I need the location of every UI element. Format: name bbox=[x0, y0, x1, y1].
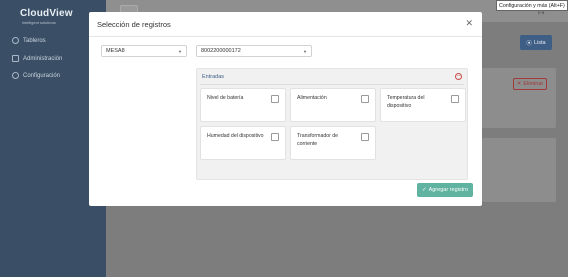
option-temperatura[interactable]: Temperatura del dispositivo bbox=[380, 88, 466, 122]
option-nivel-bateria[interactable]: Nivel de batería bbox=[200, 88, 286, 122]
sidebar-item-tableros[interactable]: Tableros bbox=[12, 37, 46, 44]
tooltip: Configuración y más (Alt+F) bbox=[496, 0, 568, 11]
collapse-icon[interactable]: – bbox=[455, 73, 462, 80]
serial-select-value: 8002200000172 bbox=[201, 48, 241, 54]
sidebar-item-label: Tableros bbox=[23, 37, 46, 44]
option-label: Temperatura del dispositivo bbox=[387, 95, 425, 109]
option-checkbox[interactable] bbox=[271, 133, 279, 141]
option-checkbox[interactable] bbox=[451, 95, 459, 103]
selection-modal: Selección de registros ✕ MESA8 ▼ 8002200… bbox=[89, 12, 482, 206]
option-checkbox[interactable] bbox=[271, 95, 279, 103]
chevron-down-icon: ▼ bbox=[178, 49, 182, 54]
option-checkbox[interactable] bbox=[361, 133, 369, 141]
background-card bbox=[482, 68, 556, 128]
monitor-icon bbox=[12, 55, 19, 62]
option-label: Alimentación bbox=[297, 95, 327, 101]
option-label: Nivel de batería bbox=[207, 95, 244, 101]
add-record-button[interactable]: ✓ Agregar registro bbox=[417, 183, 473, 197]
check-icon: ✓ bbox=[421, 187, 427, 193]
logo-text: CloudView bbox=[20, 8, 73, 19]
divider bbox=[200, 84, 464, 85]
sidebar-item-administracion[interactable]: Administración bbox=[12, 55, 62, 62]
gear-icon bbox=[12, 72, 19, 79]
logo: CloudView intelligent solutions bbox=[20, 8, 73, 25]
dashboard-icon bbox=[12, 37, 19, 44]
background-card bbox=[482, 138, 556, 202]
close-icon: ✕ bbox=[516, 81, 522, 87]
chevron-down-icon: ▼ bbox=[303, 49, 307, 54]
entradas-panel: Entradas – Nivel de batería Alimentación… bbox=[196, 68, 468, 180]
serial-select[interactable]: 8002200000172 ▼ bbox=[196, 45, 312, 57]
eliminar-button[interactable]: ✕ Eliminar bbox=[513, 78, 547, 90]
option-label: Humedad del dispositivo bbox=[207, 133, 264, 139]
lista-button[interactable]: ⦿ Lista bbox=[520, 35, 552, 50]
sidebar-item-label: Configuración bbox=[23, 72, 61, 79]
device-select[interactable]: MESA8 ▼ bbox=[101, 45, 187, 57]
option-alimentacion[interactable]: Alimentación bbox=[290, 88, 376, 122]
option-checkbox[interactable] bbox=[361, 95, 369, 103]
option-humedad[interactable]: Humedad del dispositivo bbox=[200, 126, 286, 160]
close-icon[interactable]: ✕ bbox=[465, 18, 473, 29]
option-transformador[interactable]: Transformador de corriente bbox=[290, 126, 376, 160]
device-select-value: MESA8 bbox=[106, 48, 125, 54]
option-label: Transformador de corriente bbox=[297, 133, 339, 147]
sidebar-item-label: Administración bbox=[23, 55, 63, 62]
logo-subtitle: intelligent solutions bbox=[22, 20, 56, 25]
list-icon: ⦿ bbox=[526, 40, 532, 47]
modal-title: Selección de registros bbox=[97, 20, 171, 29]
sidebar-item-configuracion[interactable]: Configuración bbox=[12, 72, 60, 79]
divider bbox=[89, 36, 482, 37]
panel-title: Entradas bbox=[202, 74, 225, 80]
